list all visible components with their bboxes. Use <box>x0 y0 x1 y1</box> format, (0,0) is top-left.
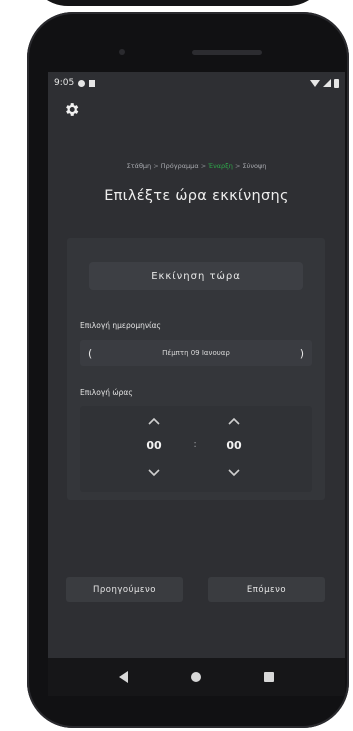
breadcrumb-separator: > <box>153 162 159 170</box>
chevron-up-icon <box>228 417 240 425</box>
chevron-down-icon <box>148 469 160 477</box>
date-value: Πέμπτη 09 Ιανουαρ <box>162 349 230 357</box>
hours-up-button[interactable] <box>134 412 174 430</box>
sync-icon <box>78 79 86 87</box>
signal-icon <box>323 79 331 87</box>
breadcrumb-step: Σύνοψη <box>242 162 267 170</box>
time-picker: 00 : 00 <box>80 406 312 492</box>
date-label: Επιλογή ημερομηνίας <box>80 321 161 330</box>
sim-icon <box>89 79 96 87</box>
system-navigation-bar <box>48 658 345 696</box>
app-screen: 9:05 Στάθμη > Πρόγραμμα > Έναρξη > Σύνοψ… <box>48 72 345 658</box>
breadcrumb-separator: > <box>234 162 241 170</box>
speaker-grille <box>192 50 262 55</box>
breadcrumb-separator: > <box>200 162 207 170</box>
wifi-icon <box>310 79 320 87</box>
minutes-spinner: 00 <box>214 412 254 486</box>
screenshot-stage: 9:05 Στάθμη > Πρόγραμμα > Έναρξη > Σύνοψ… <box>0 0 353 731</box>
time-label: Επιλογή ώρας <box>80 388 133 397</box>
breadcrumb-step: Πρόγραμμα <box>160 162 199 170</box>
page-title: Επιλέξτε ώρα εκκίνησης <box>104 188 289 204</box>
home-icon[interactable] <box>190 672 201 682</box>
camera-icon <box>119 49 125 55</box>
minutes-up-button[interactable] <box>214 412 254 430</box>
status-time: 9:05 <box>54 78 75 88</box>
time-separator: : <box>193 439 197 450</box>
battery-icon <box>334 78 339 88</box>
chevron-up-icon <box>148 417 160 425</box>
back-icon[interactable] <box>119 671 129 683</box>
chevron-down-icon <box>228 469 240 477</box>
breadcrumb-step: Στάθμη <box>126 162 152 170</box>
previous-phone-frame <box>28 0 328 6</box>
hours-spinner: 00 <box>134 412 174 486</box>
minutes-value[interactable]: 00 <box>214 439 254 452</box>
next-date-button[interactable]: ) <box>300 347 304 360</box>
hours-value[interactable]: 00 <box>134 439 174 452</box>
previous-button[interactable]: Προηγούμενο <box>66 577 183 602</box>
recent-apps-icon[interactable] <box>263 672 274 682</box>
breadcrumb: Στάθμη > Πρόγραμμα > Έναρξη > Σύνοψη <box>48 162 345 170</box>
gear-icon <box>65 102 78 116</box>
status-bar: 9:05 <box>48 72 345 94</box>
breadcrumb-step-active: Έναρξη <box>208 162 233 170</box>
hours-down-button[interactable] <box>134 464 174 482</box>
minutes-down-button[interactable] <box>214 464 254 482</box>
start-now-button[interactable]: Εκκίνηση τώρα <box>89 262 303 290</box>
schedule-card: Εκκίνηση τώρα Επιλογή ημερομηνίας ( Πέμπ… <box>67 238 325 500</box>
settings-button[interactable] <box>60 98 82 120</box>
next-button[interactable]: Επόμενο <box>208 577 325 602</box>
date-selector[interactable]: ( Πέμπτη 09 Ιανουαρ ) <box>80 340 312 366</box>
